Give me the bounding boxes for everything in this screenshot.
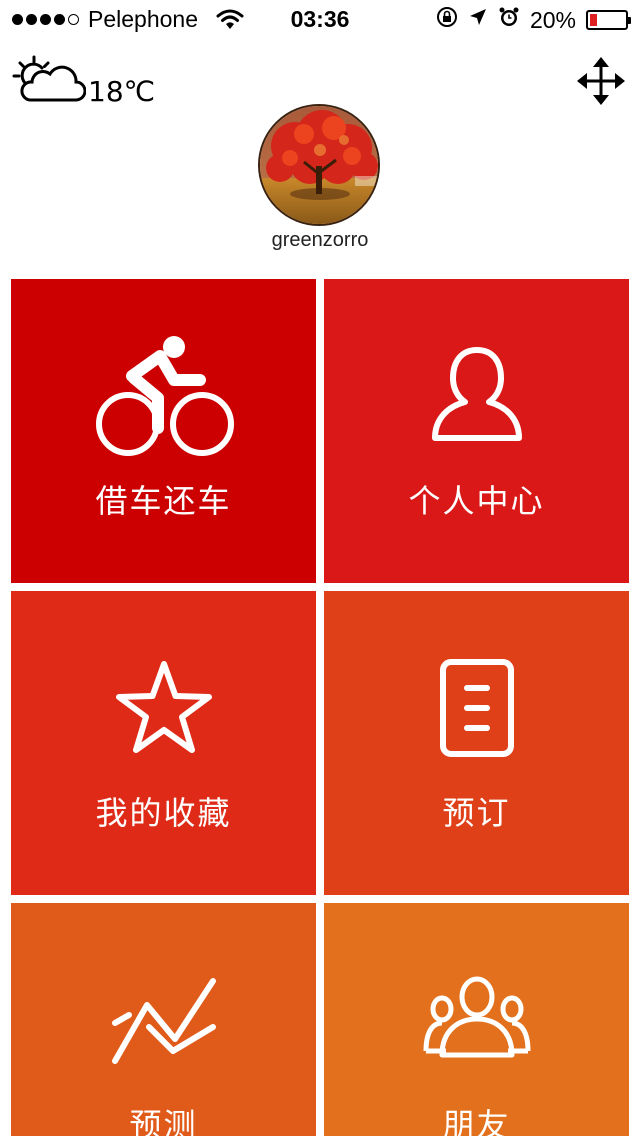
bicycle-rider-icon	[11, 331, 316, 461]
location-arrow-icon	[468, 7, 488, 33]
tile-label: 朋友	[442, 1106, 511, 1144]
tile-label: 个人中心	[408, 482, 545, 520]
star-icon	[11, 643, 316, 773]
partly-cloudy-icon	[12, 54, 87, 108]
battery-percent: 20%	[529, 6, 576, 33]
group-icon	[324, 955, 629, 1085]
document-list-icon	[324, 643, 629, 773]
tile-favorites[interactable]: 我的收藏	[11, 591, 316, 895]
move-arrows-icon	[577, 57, 625, 105]
tile-borrow-return[interactable]: 借车还车	[11, 279, 316, 583]
tile-label: 我的收藏	[95, 794, 232, 832]
status-right: 20%	[436, 6, 631, 34]
tile-personal-center[interactable]: 个人中心	[324, 279, 629, 583]
battery-level-fill	[590, 14, 597, 26]
tile-label: 预测	[129, 1106, 198, 1144]
tile-prediction[interactable]: 预测	[11, 903, 316, 1144]
rotation-lock-icon	[436, 6, 458, 34]
temperature: 18℃	[88, 75, 156, 108]
tile-label: 借车还车	[95, 482, 232, 520]
alarm-icon	[498, 6, 520, 34]
user-icon	[324, 331, 629, 461]
username: greenzorro	[271, 229, 369, 251]
avatar[interactable]	[258, 104, 380, 226]
status-bar: Pelephone 03:36 20%	[0, 0, 640, 40]
weather-widget: 18℃	[12, 54, 155, 108]
move-button[interactable]	[576, 56, 626, 106]
tile-label: 预订	[442, 794, 511, 832]
trend-icon	[11, 955, 316, 1085]
tile-reservation[interactable]: 预订	[324, 591, 629, 895]
tile-friends[interactable]: 朋友	[324, 903, 629, 1144]
battery-icon	[586, 10, 631, 30]
